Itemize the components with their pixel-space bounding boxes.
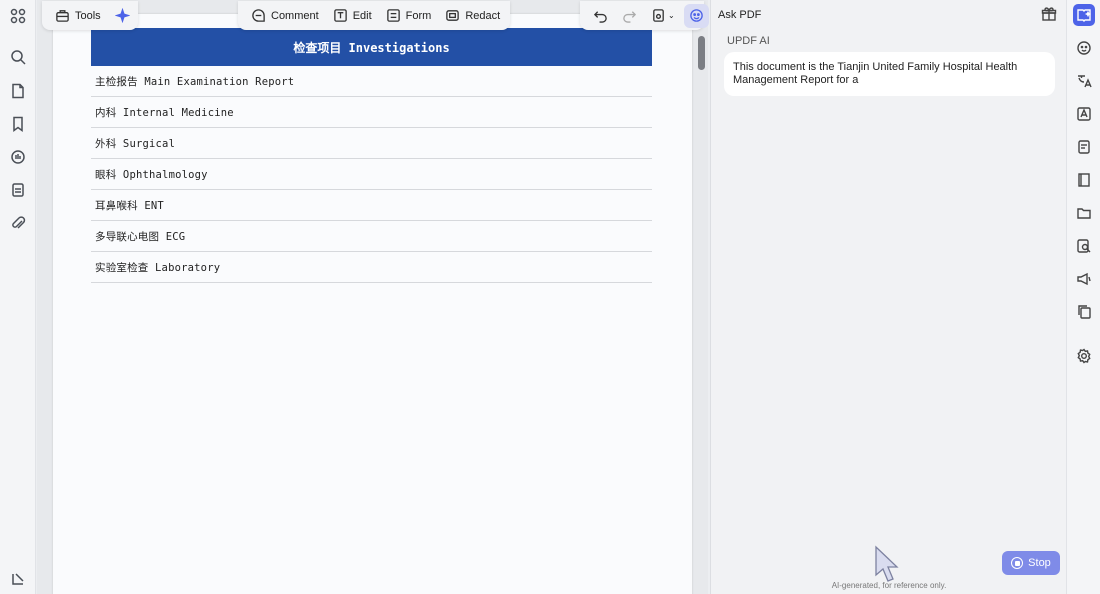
ask-pdf-icon[interactable] <box>1073 4 1095 26</box>
edit-toolbar: Comment Edit Form Redact <box>238 1 510 30</box>
folder-icon[interactable] <box>1073 202 1095 224</box>
ai-sender-name: UPDF AI <box>727 35 770 47</box>
save-icon <box>653 9 664 22</box>
edit-button[interactable]: Edit <box>328 4 377 28</box>
panel-title: Ask PDF <box>718 9 762 21</box>
comment-label: Comment <box>271 9 319 22</box>
tools-toolbar: Tools <box>42 1 138 30</box>
ai-assistant-icon <box>689 9 703 22</box>
ocr-icon[interactable] <box>1073 103 1095 125</box>
form-button[interactable]: Form <box>381 4 437 28</box>
megaphone-icon[interactable] <box>1073 268 1095 290</box>
pages-icon[interactable] <box>7 80 29 102</box>
history-toolbar: ⌄ <box>580 1 709 30</box>
edit-text-icon <box>333 9 347 22</box>
list-item: 多导联心电图 ECG <box>91 221 652 252</box>
tools-button[interactable]: Tools <box>50 4 106 28</box>
pdf-page: 检查项目 Investigations 主检报告 Main Examinatio… <box>53 14 692 594</box>
bookmark-icon[interactable] <box>7 113 29 135</box>
left-sidebar <box>0 0 36 594</box>
undo-icon <box>593 11 607 23</box>
ai-message-bubble: This document is the Tianjin United Fami… <box>724 52 1055 96</box>
form-label: Form <box>405 9 432 22</box>
ai-assistant-button[interactable] <box>683 3 709 28</box>
comment-button[interactable]: Comment <box>246 4 324 28</box>
sparkle-icon <box>114 8 130 23</box>
search-icon[interactable] <box>7 46 29 68</box>
translate-icon[interactable] <box>1073 70 1095 92</box>
comment-icon <box>252 9 265 22</box>
right-sidebar <box>1066 0 1100 594</box>
stop-label: Stop <box>1028 557 1051 569</box>
summary-icon[interactable] <box>1073 136 1095 158</box>
tools-label: Tools <box>75 9 101 22</box>
mouse-cursor-icon <box>874 545 900 585</box>
redo-icon <box>623 11 637 23</box>
attachment-doc-icon[interactable] <box>7 179 29 201</box>
document-scrollbar[interactable] <box>698 36 705 70</box>
settings-gear-icon[interactable] <box>1073 345 1095 367</box>
redact-button[interactable]: Redact <box>440 4 505 28</box>
list-item: 外科 Surgical <box>91 128 652 159</box>
save-button[interactable]: ⌄ <box>646 4 680 28</box>
investigations-list: 主检报告 Main Examination Report 内科 Internal… <box>91 66 652 283</box>
grid-apps-icon[interactable] <box>7 5 29 27</box>
undo-button[interactable] <box>588 4 613 28</box>
edit-label: Edit <box>352 9 372 22</box>
gift-store-icon[interactable] <box>1041 6 1059 24</box>
toolbox-icon <box>56 10 69 22</box>
form-icon <box>386 9 400 22</box>
ai-sparkle-button[interactable] <box>110 4 135 28</box>
book-icon[interactable] <box>1073 169 1095 191</box>
search-document-icon[interactable] <box>1073 235 1095 257</box>
investigations-header: 检查项目 Investigations <box>91 28 652 66</box>
copy-document-icon[interactable] <box>1073 301 1095 323</box>
list-item: 耳鼻喉科 ENT <box>91 190 652 221</box>
redact-label: Redact <box>465 9 501 22</box>
stop-icon <box>1011 557 1024 569</box>
redo-button[interactable] <box>617 4 642 28</box>
document-viewer: 检查项目 Investigations 主检报告 Main Examinatio… <box>37 0 708 594</box>
redact-icon <box>446 10 460 21</box>
list-item: 实验室检查 Laboratory <box>91 252 652 283</box>
chevron-down-icon[interactable]: ⌄ <box>668 11 675 20</box>
ai-panel: Ask PDF UPDF AI This document is the Tia… <box>710 0 1066 594</box>
ai-chat-icon[interactable] <box>1073 37 1095 59</box>
list-item: 主检报告 Main Examination Report <box>91 66 652 97</box>
layers-icon[interactable] <box>7 568 29 590</box>
list-item: 内科 Internal Medicine <box>91 97 652 128</box>
list-item: 眼科 Ophthalmology <box>91 159 652 190</box>
stop-button[interactable]: Stop <box>1002 551 1060 575</box>
ocr-search-icon[interactable] <box>7 146 29 168</box>
paperclip-icon[interactable] <box>7 212 29 234</box>
